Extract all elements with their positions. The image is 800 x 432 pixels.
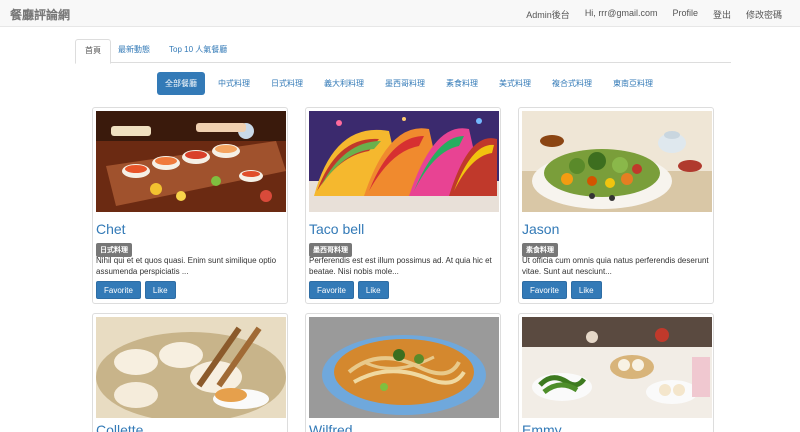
navbar: 餐廳評論網 Admin後台 Hi, rrr@gmail.com Profile … [0,0,800,27]
nav-change-password-link[interactable]: 修改密碼 [746,8,782,21]
restaurant-name[interactable]: Collette [96,422,143,432]
nav-links: Admin後台 Hi, rrr@gmail.com Profile 登出 修改密… [526,8,782,21]
main-tabs: 首頁 最新動態 Top 10 人氣餐廳 [75,39,731,64]
category-japanese[interactable]: 日式料理 [263,72,311,95]
restaurant-image-dim-sum[interactable] [522,317,712,418]
favorite-button[interactable]: Favorite [96,281,141,299]
nav-user-greeting[interactable]: Hi, rrr@gmail.com [585,8,658,21]
card-actions: Favorite Like [522,281,602,299]
like-button[interactable]: Like [144,281,176,299]
category-southeast-asian[interactable]: 東南亞料理 [605,72,661,95]
like-button[interactable]: Like [570,281,602,299]
category-fusion[interactable]: 複合式料理 [544,72,600,95]
restaurant-name[interactable]: Jason [522,221,559,237]
restaurant-image-veggie-bowl[interactable] [522,111,712,212]
category-chinese[interactable]: 中式料理 [210,72,258,95]
tab-home[interactable]: 首頁 [75,39,111,64]
restaurant-image-sushi[interactable] [96,111,286,212]
favorite-button[interactable]: Favorite [522,281,567,299]
category-all[interactable]: 全部餐廳 [157,72,205,95]
favorite-button[interactable]: Favorite [309,281,354,299]
category-pills: 全部餐廳 中式料理 日式料理 義大利料理 墨西哥料理 素食料理 美式料理 複合式… [157,72,666,95]
restaurant-name[interactable]: Wilfred [309,422,353,432]
nav-profile-link[interactable]: Profile [672,8,698,21]
site-brand[interactable]: 餐廳評論網 [10,6,70,23]
category-italian[interactable]: 義大利料理 [316,72,372,95]
category-vegetarian[interactable]: 素食料理 [438,72,486,95]
restaurant-card: Taco bell 墨西哥料理 Perferendis est est illu… [305,107,501,304]
restaurant-description: Nihil qui et et quos quasi. Enim sunt si… [96,256,277,276]
tab-latest[interactable]: 最新動態 [109,39,159,63]
card-actions: Favorite Like [96,281,176,299]
nav-logout-link[interactable]: 登出 [713,8,731,21]
restaurant-name[interactable]: Chet [96,221,126,237]
restaurant-card: Emmy [518,313,714,432]
restaurant-description: Ut officia cum omnis quia natus perferen… [522,256,709,276]
card-actions: Favorite Like [309,281,389,299]
restaurant-card: Collette [92,313,288,432]
tab-top10[interactable]: Top 10 人氣餐廳 [160,39,236,63]
restaurant-card: Jason 素食料理 Ut officia cum omnis quia nat… [518,107,714,304]
nav-admin-link[interactable]: Admin後台 [526,8,570,21]
restaurant-card: Wilfred [305,313,501,432]
restaurant-name[interactable]: Emmy [522,422,562,432]
restaurant-name[interactable]: Taco bell [309,221,364,237]
like-button[interactable]: Like [357,281,389,299]
restaurant-image-dumplings[interactable] [96,317,286,418]
category-mexican[interactable]: 墨西哥料理 [377,72,433,95]
restaurant-image-noodle-soup[interactable] [309,317,499,418]
category-american[interactable]: 美式料理 [491,72,539,95]
restaurant-description: Perferendis est est illum possimus ad. A… [309,256,492,276]
restaurant-card: Chet 日式料理 Nihil qui et et quos quasi. En… [92,107,288,304]
restaurant-image-tacos[interactable] [309,111,499,212]
